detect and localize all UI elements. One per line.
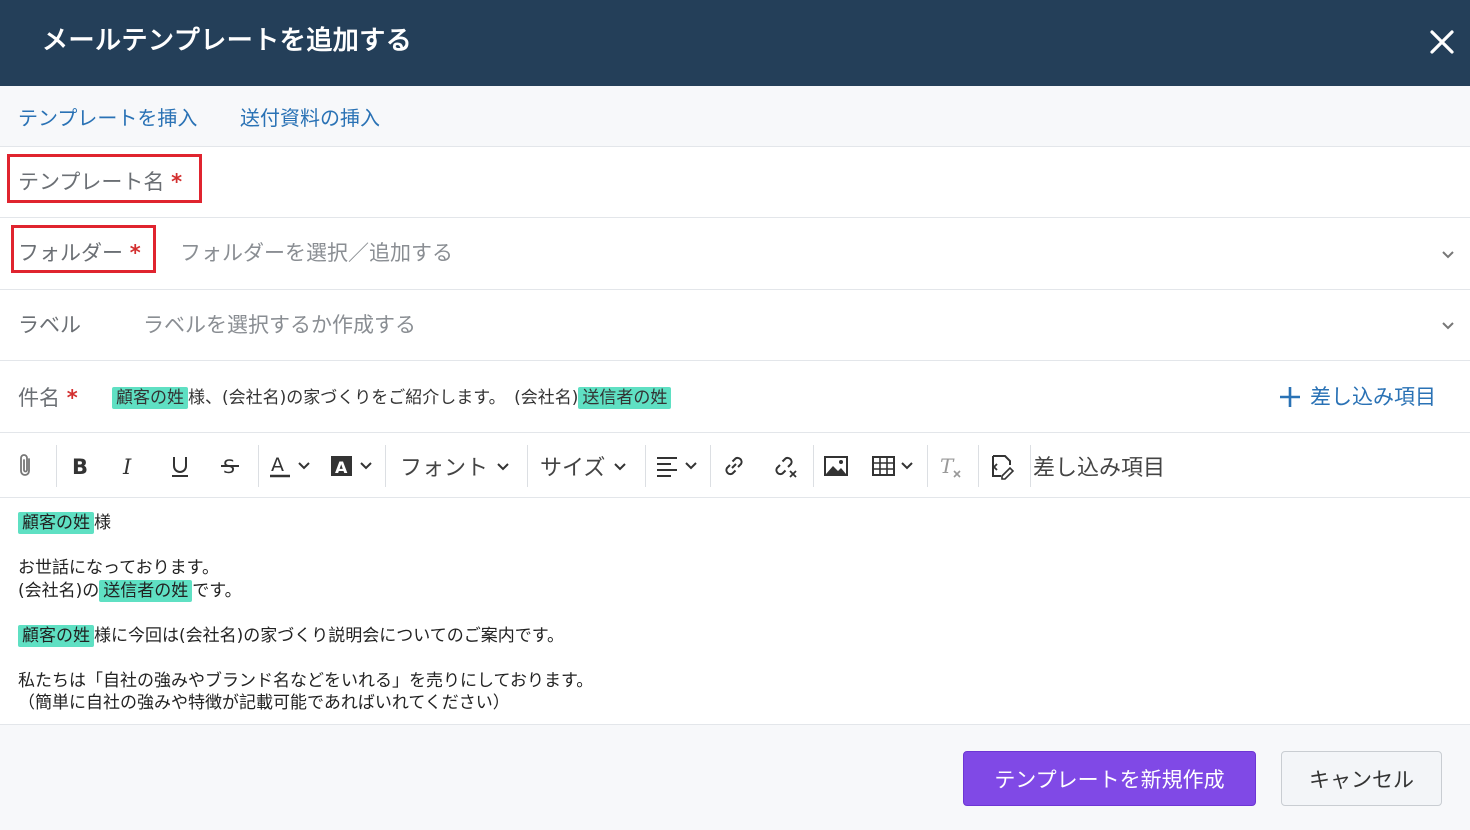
attachment-icon[interactable] <box>14 450 36 482</box>
subject-label: 件名 * <box>18 386 78 410</box>
align-icon[interactable] <box>655 450 701 482</box>
image-icon[interactable] <box>823 450 849 482</box>
toolbar-divider <box>813 445 814 487</box>
svg-text:I: I <box>122 455 132 479</box>
body-line: （簡単に自社の強みや特徴が記載可能であればいれてください） <box>18 693 510 713</box>
merge-chip-customer-last-name: 顧客の姓 <box>18 512 94 534</box>
body-line: (会社名)の 送信者の姓 です。 <box>18 579 242 602</box>
body-blank-line <box>18 602 1452 625</box>
insert-attachment-link[interactable]: 送付資料の挿入 <box>240 102 380 131</box>
clear-format-icon[interactable]: T <box>938 450 964 482</box>
body-line: お世話になっております。 <box>18 558 219 578</box>
body-line: 顧客の姓 様に今回は(会社名)の家づくり説明会についてのご案内です。 <box>18 624 1452 648</box>
font-dropdown[interactable]: フォント <box>400 450 512 482</box>
chevron-down-icon <box>614 463 627 471</box>
unlink-icon[interactable] <box>771 450 799 482</box>
insert-template-link[interactable]: テンプレートを挿入 <box>18 102 197 131</box>
cancel-button[interactable]: キャンセル <box>1281 751 1442 806</box>
body-blank-line <box>18 535 1452 558</box>
template-name-label: テンプレート名 * <box>18 170 183 194</box>
body-line: 私たちは「自社の強みやブランド名などをいれる」を売りにしております。 <box>18 670 594 691</box>
toolbar-divider <box>645 445 646 487</box>
modal-header: メールテンプレートを追加する <box>0 0 1470 86</box>
merge-chip-customer-last-name: 顧客の姓 <box>18 624 94 647</box>
size-dropdown[interactable]: サイズ <box>540 450 629 482</box>
svg-text:A: A <box>335 458 348 477</box>
svg-text:B: B <box>72 455 88 479</box>
highlight-color-icon[interactable]: A <box>330 450 376 482</box>
link-icon[interactable] <box>721 450 747 482</box>
required-mark: * <box>66 386 78 410</box>
toolbar-divider <box>927 445 928 487</box>
folder-select-placeholder[interactable]: フォルダーを選択／追加する <box>180 237 453 267</box>
required-mark: * <box>129 241 141 265</box>
table-icon[interactable] <box>871 450 917 482</box>
insert-bar: テンプレートを挿入 送付資料の挿入 <box>0 86 1470 147</box>
merge-chip-sender-last-name: 送信者の姓 <box>99 579 193 602</box>
toolbar-divider <box>710 445 711 487</box>
chevron-down-icon[interactable] <box>1440 246 1456 262</box>
modal-footer: テンプレートを新規作成 キャンセル <box>0 724 1470 830</box>
folder-row[interactable]: フォルダー * フォルダーを選択／追加する <box>0 218 1470 290</box>
email-body-editor[interactable]: 顧客の姓様 お世話になっております。 (会社名)の 送信者の姓 です。 顧客の姓 様に… <box>0 498 1470 724</box>
text-color-icon[interactable]: A <box>268 450 314 482</box>
underline-icon[interactable] <box>168 450 192 482</box>
bold-icon[interactable]: B <box>68 450 92 482</box>
label-select-placeholder[interactable]: ラベルを選択するか作成する <box>143 309 416 339</box>
plus-icon <box>1280 387 1300 407</box>
toolbar-divider <box>56 445 57 487</box>
subject-input[interactable]: 顧客の姓 様、(会社名)の家づくりをご紹介します。 (会社名) 送信者の姓 <box>112 383 672 409</box>
body-line: 顧客の姓様 <box>18 512 1452 535</box>
subject-text: 様、(会社名)の家づくりをご紹介します。 (会社名) <box>188 388 579 408</box>
editor-toolbar: B I S A A フォント サイズ T <box>0 433 1470 498</box>
toolbar-divider <box>978 445 979 487</box>
required-mark: * <box>171 170 183 194</box>
svg-text:A: A <box>271 454 284 476</box>
italic-icon[interactable]: I <box>117 450 141 482</box>
modal-title: メールテンプレートを追加する <box>42 26 413 56</box>
merge-field-button[interactable]: 差し込み項目 <box>1033 450 1165 482</box>
merge-field-icon[interactable] <box>988 450 1016 482</box>
folder-label: フォルダー * <box>18 241 141 265</box>
toolbar-divider <box>258 445 259 487</box>
subject-merge-field-button[interactable]: 差し込み項目 <box>1278 381 1436 411</box>
merge-chip-sender-last-name: 送信者の姓 <box>578 387 672 409</box>
svg-text:T: T <box>940 454 955 478</box>
toolbar-divider <box>527 445 528 487</box>
body-blank-line <box>18 647 1452 670</box>
subject-row[interactable]: 件名 * 顧客の姓 様、(会社名)の家づくりをご紹介します。 (会社名) 送信者の姓… <box>0 361 1470 433</box>
chevron-down-icon[interactable] <box>1440 317 1456 333</box>
template-name-row[interactable]: テンプレート名 * <box>0 147 1470 218</box>
chevron-down-icon <box>497 463 509 471</box>
label-field-label: ラベル <box>18 313 81 337</box>
toolbar-divider <box>1030 445 1031 487</box>
merge-chip-customer-last-name: 顧客の姓 <box>112 387 188 409</box>
toolbar-divider <box>385 445 386 487</box>
create-template-button[interactable]: テンプレートを新規作成 <box>963 751 1256 806</box>
strikethrough-icon[interactable]: S <box>218 450 242 482</box>
close-icon[interactable] <box>1424 24 1460 60</box>
label-row[interactable]: ラベル ラベルを選択するか作成する <box>0 290 1470 361</box>
